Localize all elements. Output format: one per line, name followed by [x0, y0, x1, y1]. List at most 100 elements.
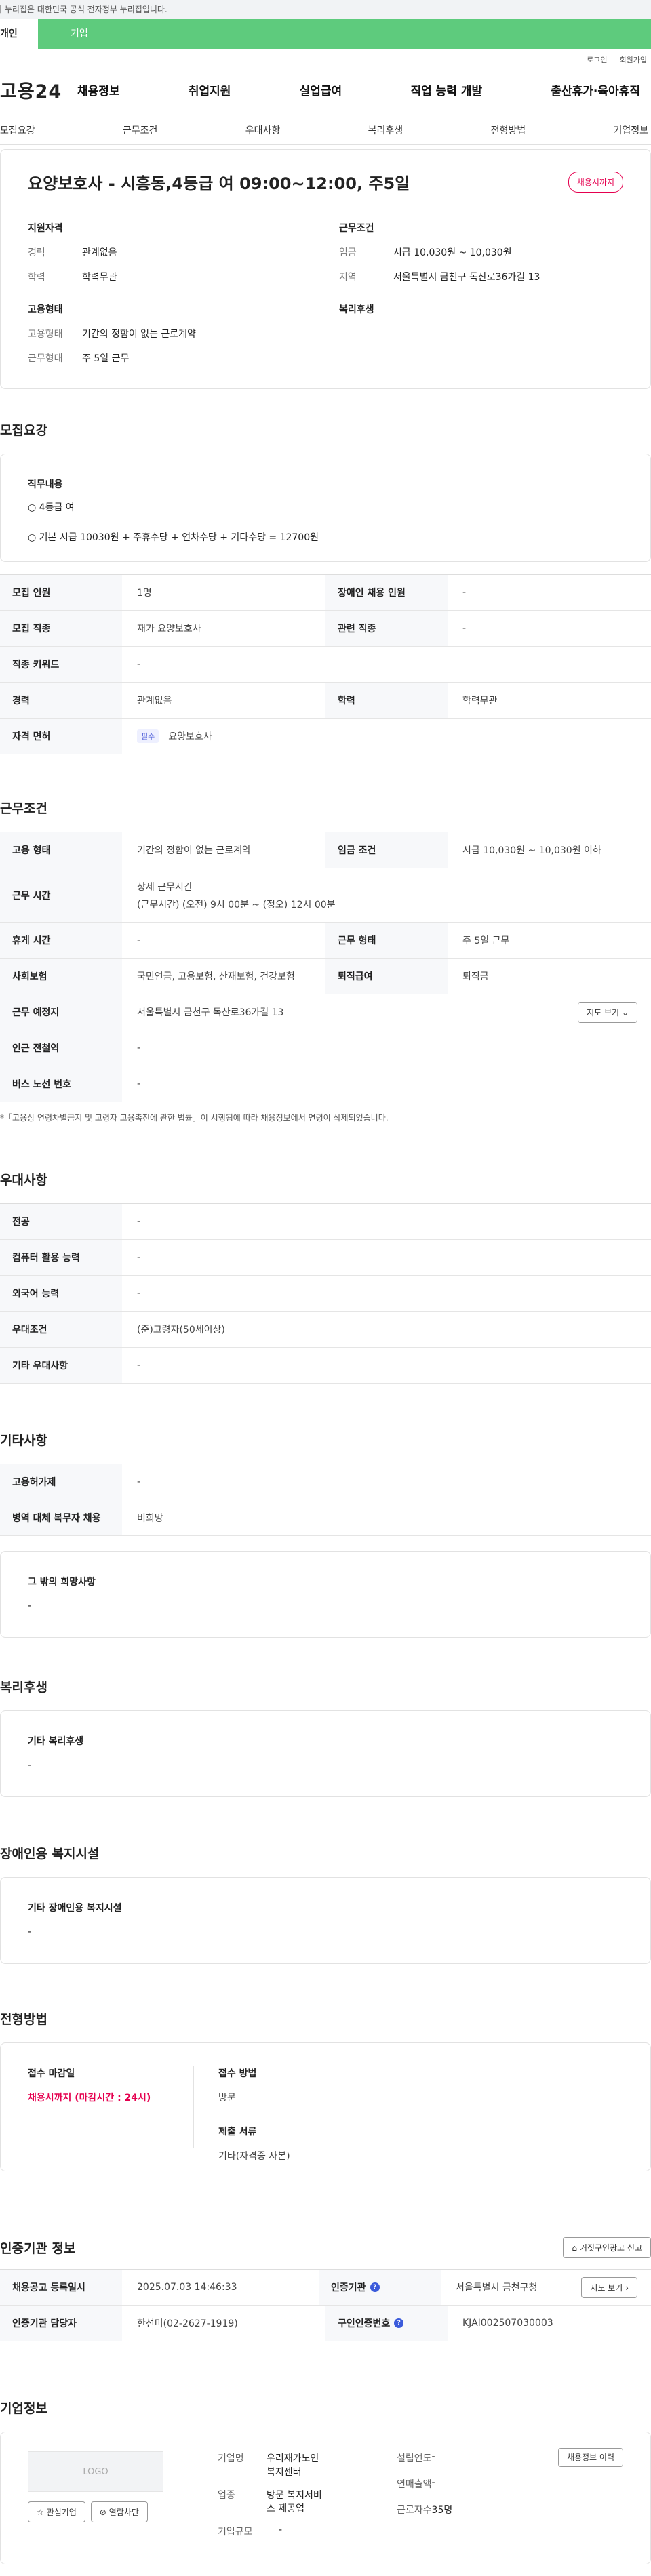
deadline-value: 채용시까지 (마감시간 : 24시) — [28, 2093, 151, 2104]
method-label: 접수 방법 — [218, 2068, 257, 2079]
th: 학력 — [326, 683, 448, 718]
td: - — [137, 1476, 141, 1487]
company-logo: LOGO — [28, 2451, 163, 2492]
required-tag: 필수 — [137, 729, 159, 743]
gnb-item[interactable]: 취업지원 — [189, 81, 231, 98]
lnb-item[interactable]: 복리후생 — [368, 123, 403, 137]
gov-banner: 이 누리집은 대한민국 공식 전자정부 누리집입니다. — [0, 0, 651, 19]
td: 기간의 정함이 없는 근로계약 — [137, 845, 251, 856]
recruit-table: 모집 인원 1명 장애인 채용 인원 - 모집 직종 재가 요양보호사 관련 직종 - 직종… — [0, 574, 651, 754]
th: 채용공고 등록일시 — [0, 2270, 122, 2305]
map-button-label: 지도 보기 — [590, 2282, 623, 2293]
th: 고용 형태 — [0, 832, 122, 868]
cert-org: 서울특별시 금천구청 — [456, 2282, 538, 2293]
work-table: 고용 형태 기간의 정함이 없는 근로계약 임금 조건 시급 10,030원 ~ 10… — [0, 832, 651, 1102]
age-notice: *「고용상 연령차별금지 및 고령자 고용촉진에 관한 법률」이 시행됨에 따라… — [0, 1113, 389, 1123]
summary-heading: 근무조건 — [339, 223, 374, 234]
td: 재가 요양보호사 — [137, 624, 201, 635]
license: 요양보호사 — [168, 731, 212, 742]
td: 서울특별시 금천구 독산로36가길 13 지도 보기 ⌄ — [122, 994, 651, 1030]
th: 경력 — [0, 683, 122, 718]
label: 연매출액 — [397, 2479, 432, 2490]
gnb-item[interactable]: 실업급여 — [300, 81, 342, 98]
value: 35명 — [431, 2505, 453, 2516]
summary-heading: 복리후생 — [339, 304, 374, 315]
map-button[interactable]: 지도 보기 › — [581, 2276, 637, 2298]
gnb-item[interactable]: 직업 능력 개발 — [410, 81, 482, 98]
map-button-label: 지도 보기 — [587, 1007, 620, 1018]
th: 외국어 능력 — [0, 1276, 122, 1311]
map-button[interactable]: 지도 보기 ⌄ — [578, 1001, 637, 1023]
th: 근무 형태 — [326, 923, 448, 958]
work-time-label: 상세 근무시간 — [137, 881, 193, 893]
section-title: 기업정보 — [0, 2401, 47, 2416]
td: (준)고령자(50세이상) — [137, 1325, 225, 1335]
th: 고용허가제 — [0, 1464, 122, 1500]
th: 휴게 시간 — [0, 923, 122, 958]
summary-heading: 지원자격 — [28, 223, 63, 234]
value: 방문 복지서비스 제공업 — [267, 2490, 322, 2514]
box-label: 기타 장애인용 복지시설 — [28, 1903, 122, 1914]
lnb-item[interactable]: 전형방법 — [491, 123, 526, 137]
gnb-item[interactable]: 출산휴가·육아휴직 — [551, 81, 640, 98]
tab-company[interactable]: 기업 — [38, 19, 651, 49]
label: 학력 — [28, 272, 45, 283]
lnb-item[interactable]: 우대사항 — [245, 123, 281, 137]
th-label: 구인인증번호 — [338, 2318, 391, 2329]
value: 관계없음 — [82, 247, 117, 258]
section-title: 장애인용 복지시설 — [0, 1847, 100, 1861]
th: 근무 예정지 — [0, 994, 122, 1030]
report-label: 거짓구인광고 신고 — [579, 2243, 642, 2253]
banner-text: 이 누리집은 대한민국 공식 전자정부 누리집입니다. — [0, 5, 167, 14]
signup-link[interactable]: 회원가입 — [620, 54, 647, 65]
label: 근무형태 — [28, 353, 63, 364]
tab-personal[interactable]: 개인 — [0, 19, 38, 49]
gnb-item[interactable]: 채용정보 — [77, 81, 120, 98]
td: - — [137, 1079, 141, 1089]
history-button[interactable]: 채용정보 이력 — [557, 2448, 623, 2467]
value: 학력무관 — [82, 272, 117, 283]
home-icon: ⌂ — [572, 2243, 578, 2253]
td: 시급 10,030원 ~ 10,030원 이하 — [462, 845, 601, 856]
td: 1명 — [137, 588, 152, 599]
th: 구인인증번호? — [326, 2306, 448, 2341]
value: - — [431, 2451, 435, 2462]
label: 지역 — [339, 272, 357, 283]
td: - — [137, 659, 141, 670]
section-title: 전형방법 — [0, 2012, 47, 2027]
docs-value: 기타(자격증 사본) — [218, 2151, 290, 2162]
company-box: LOGO ☆ 관심기업 ⊘ 열람차단 기업명 우리재가노인복지센터 업종 방문 복지… — [0, 2432, 651, 2564]
pref-table: 전공 - 컴퓨터 활용 능력 - 외국어 능력 - 우대조건 (준)고령자(50세이상)… — [0, 1203, 651, 1384]
td: 비희망 — [137, 1513, 163, 1524]
label: 고용형태 — [28, 329, 63, 340]
fav-button[interactable]: ☆ 관심기업 — [28, 2501, 85, 2522]
welfare-box: 기타 복리후생 - — [0, 1710, 651, 1797]
other-wish-box: 그 밖의 희망사항 - — [0, 1551, 651, 1638]
help-icon[interactable]: ? — [370, 2282, 380, 2292]
login-link[interactable]: 로그인 — [587, 54, 607, 65]
label: 기업명 — [218, 2453, 244, 2464]
block-button[interactable]: ⊘ 열람차단 — [90, 2501, 148, 2522]
th: 모집 직종 — [0, 611, 122, 646]
site-logo[interactable]: 고용24 — [0, 77, 77, 103]
lnb-item[interactable]: 근무조건 — [123, 123, 158, 137]
td: 학력무관 — [462, 696, 498, 706]
work-time: (근무시간) (오전) 9시 00분 ~ (정오) 12시 00분 — [137, 899, 336, 910]
td: - — [137, 1216, 141, 1227]
td: 국민연금, 고용보험, 산재보험, 건강보험 — [137, 971, 295, 982]
td: 상세 근무시간 (근무시간) (오전) 9시 00분 ~ (정오) 12시 00분 — [122, 868, 651, 922]
job-line: ○ 기본 시급 10030원 + 주휴수당 + 연차수당 + 기타수당 = 12… — [28, 532, 319, 543]
th: 근무 시간 — [0, 868, 122, 922]
label: 임금 — [339, 247, 357, 258]
block-label: 열람차단 — [108, 2508, 139, 2517]
th: 퇴직급여 — [326, 959, 448, 994]
help-icon[interactable]: ? — [394, 2318, 404, 2328]
report-button[interactable]: ⌂ 거짓구인광고 신고 — [563, 2237, 651, 2258]
lnb-item[interactable]: 기업정보 — [613, 123, 648, 137]
job-line: ○ 4등급 여 — [28, 502, 75, 513]
section-title: 근무조건 — [0, 801, 47, 816]
value: 우리재가노인복지센터 — [267, 2453, 319, 2478]
lnb-item[interactable]: 모집요강 — [0, 123, 35, 137]
value: - — [431, 2477, 435, 2488]
td: - — [137, 1288, 141, 1299]
